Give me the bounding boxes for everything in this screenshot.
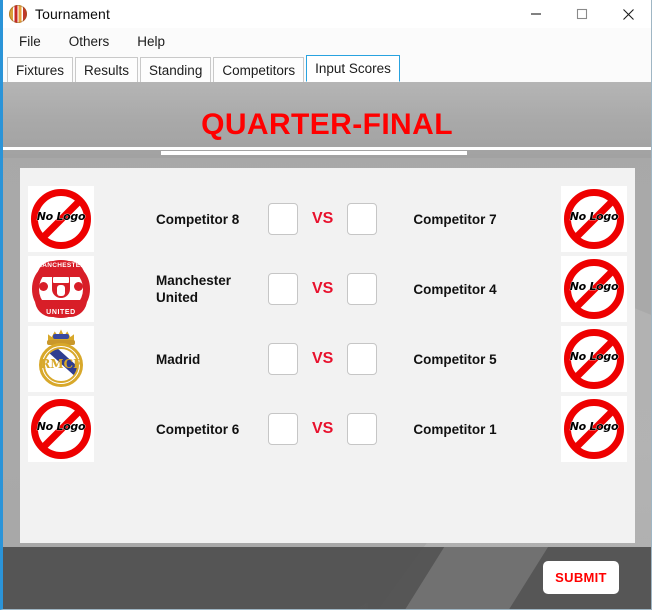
table-row: No Logo Competitor 8 VS Competitor 7 No … xyxy=(20,184,635,254)
close-icon[interactable] xyxy=(605,0,651,28)
home-score-input[interactable] xyxy=(268,273,298,305)
footer-bar: SUBMIT xyxy=(3,547,651,609)
tab-input-scores[interactable]: Input Scores xyxy=(306,55,400,82)
menu-item-file[interactable]: File xyxy=(17,32,43,51)
tab-strip: Fixtures Results Standing Competitors In… xyxy=(3,54,651,82)
no-logo-icon: No Logo xyxy=(28,186,94,252)
no-logo-icon: No Logo xyxy=(28,396,94,462)
no-logo-label: No Logo xyxy=(36,420,86,434)
away-team-name: Competitor 5 xyxy=(413,351,497,367)
tab-standing[interactable]: Standing xyxy=(140,57,212,82)
home-team-name: Manchester United xyxy=(156,273,232,305)
maximize-icon[interactable] xyxy=(559,0,605,28)
real-madrid-crest-icon: RMCF xyxy=(28,326,94,392)
menu-item-others[interactable]: Others xyxy=(67,32,112,51)
tab-results[interactable]: Results xyxy=(75,57,139,82)
no-logo-icon: No Logo xyxy=(561,396,627,462)
mu-top-label: MANCHESTER xyxy=(36,262,86,269)
away-score-input[interactable] xyxy=(347,413,378,445)
table-row: RMCF Madrid VS Competitor 5 No Logo xyxy=(20,324,635,394)
window-body: QUARTER-FINAL No Logo Competitor 8 VS Co… xyxy=(3,82,651,609)
tab-competitors[interactable]: Competitors xyxy=(213,57,305,82)
tournament-ball-icon xyxy=(9,5,27,23)
menu-bar: File Others Help xyxy=(3,28,651,54)
vs-label: VS xyxy=(312,210,334,227)
title-rule-long xyxy=(3,147,651,150)
submit-button[interactable]: SUBMIT xyxy=(543,561,619,594)
away-score-input[interactable] xyxy=(347,203,378,235)
away-score-input[interactable] xyxy=(347,343,378,375)
home-score-input[interactable] xyxy=(268,413,298,445)
away-team-name: Competitor 7 xyxy=(413,211,497,227)
vs-label: VS xyxy=(312,280,334,297)
vs-label: VS xyxy=(312,350,334,367)
home-team-name: Madrid xyxy=(156,351,201,367)
title-rule-short xyxy=(161,151,467,155)
home-team-name: Competitor 8 xyxy=(156,211,240,227)
tab-fixtures[interactable]: Fixtures xyxy=(7,57,74,82)
window-controls xyxy=(513,0,651,28)
menu-item-help[interactable]: Help xyxy=(135,32,167,51)
no-logo-label: No Logo xyxy=(569,350,619,364)
no-logo-label: No Logo xyxy=(569,420,619,434)
home-score-input[interactable] xyxy=(268,203,298,235)
title-bar: Tournament xyxy=(3,0,651,28)
no-logo-label: No Logo xyxy=(36,210,86,224)
table-row: No Logo Competitor 6 VS Competitor 1 No … xyxy=(20,394,635,464)
no-logo-icon: No Logo xyxy=(561,256,627,322)
vs-label: VS xyxy=(312,420,334,437)
window-title: Tournament xyxy=(35,6,110,22)
round-title: QUARTER-FINAL xyxy=(201,108,453,141)
no-logo-label: No Logo xyxy=(569,280,619,294)
away-team-name: Competitor 4 xyxy=(413,281,497,297)
away-team-name: Competitor 1 xyxy=(413,421,497,437)
table-row: MANCHESTER UNITED Manchester United VS C… xyxy=(20,254,635,324)
away-score-input[interactable] xyxy=(347,273,378,305)
application-window: Tournament File Others Help Fixtures Res… xyxy=(0,0,652,610)
round-header-banner: QUARTER-FINAL xyxy=(3,82,651,158)
no-logo-icon: No Logo xyxy=(561,186,627,252)
minimize-icon[interactable] xyxy=(513,0,559,28)
no-logo-label: No Logo xyxy=(569,210,619,224)
manchester-united-crest-icon: MANCHESTER UNITED xyxy=(28,256,94,322)
no-logo-icon: No Logo xyxy=(561,326,627,392)
home-team-name: Competitor 6 xyxy=(156,421,240,437)
mu-bottom-label: UNITED xyxy=(46,309,76,316)
home-score-input[interactable] xyxy=(268,343,298,375)
rm-monogram-label: RMCF xyxy=(40,357,82,371)
match-list-panel: No Logo Competitor 8 VS Competitor 7 No … xyxy=(20,168,635,543)
